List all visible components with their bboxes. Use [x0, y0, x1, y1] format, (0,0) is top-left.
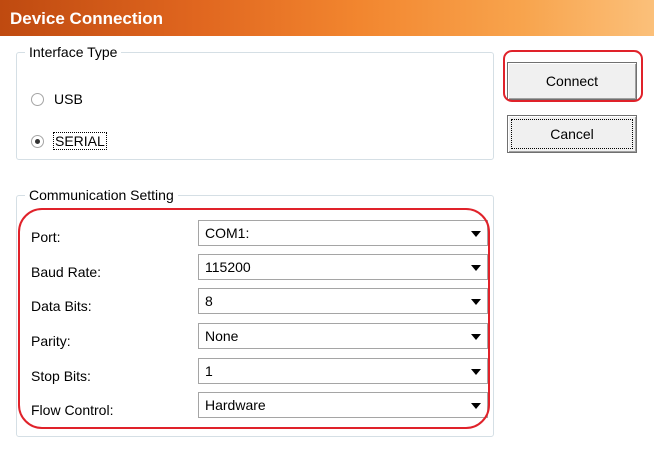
flow-control-select[interactable]: Hardware — [198, 392, 488, 418]
usb-radio-option[interactable]: USB — [31, 91, 83, 107]
communication-setting-group: Communication Setting Port: COM1: Baud R… — [16, 187, 494, 437]
chevron-down-icon[interactable] — [471, 265, 481, 271]
dialog-client-area: Interface Type USB SERIAL Connect Cancel… — [6, 38, 654, 455]
stop-bits-label: Stop Bits: — [31, 368, 91, 384]
serial-radio-option[interactable]: SERIAL — [31, 132, 107, 150]
chevron-down-icon[interactable] — [471, 231, 481, 237]
baud-rate-select[interactable]: 115200 — [198, 254, 488, 280]
stop-bits-value: 1 — [205, 363, 213, 379]
data-bits-select[interactable]: 8 — [198, 288, 488, 314]
baud-rate-value: 115200 — [205, 259, 251, 275]
interface-type-legend: Interface Type — [25, 44, 122, 60]
baud-rate-label: Baud Rate: — [31, 264, 102, 280]
parity-label: Parity: — [31, 333, 71, 349]
radio-button-icon[interactable] — [31, 92, 44, 106]
serial-radio-label: SERIAL — [53, 132, 107, 150]
interface-type-group: Interface Type USB SERIAL — [16, 44, 494, 160]
cancel-button[interactable]: Cancel — [507, 115, 637, 153]
port-label: Port: — [31, 229, 61, 245]
focus-rectangle — [511, 119, 633, 149]
data-bits-label: Data Bits: — [31, 298, 92, 314]
radio-button-icon[interactable] — [31, 134, 44, 148]
port-select[interactable]: COM1: — [198, 220, 488, 246]
connect-button[interactable]: Connect — [507, 62, 637, 100]
usb-radio-label: USB — [54, 91, 83, 107]
flow-control-label: Flow Control: — [31, 402, 114, 418]
stop-bits-select[interactable]: 1 — [198, 358, 488, 384]
chevron-down-icon[interactable] — [471, 369, 481, 375]
title-bar[interactable]: Device Connection — [0, 0, 654, 36]
chevron-down-icon[interactable] — [471, 334, 481, 340]
port-value: COM1: — [205, 225, 250, 241]
window-title: Device Connection — [10, 9, 164, 28]
chevron-down-icon[interactable] — [471, 403, 481, 409]
device-connection-dialog: Device Connection Interface Type USB SER… — [0, 0, 654, 455]
chevron-down-icon[interactable] — [471, 299, 481, 305]
data-bits-value: 8 — [205, 293, 213, 309]
parity-select[interactable]: None — [198, 323, 488, 349]
flow-control-value: Hardware — [205, 397, 266, 413]
communication-setting-legend: Communication Setting — [25, 187, 178, 203]
parity-value: None — [205, 328, 239, 344]
connect-button-label: Connect — [545, 73, 599, 89]
